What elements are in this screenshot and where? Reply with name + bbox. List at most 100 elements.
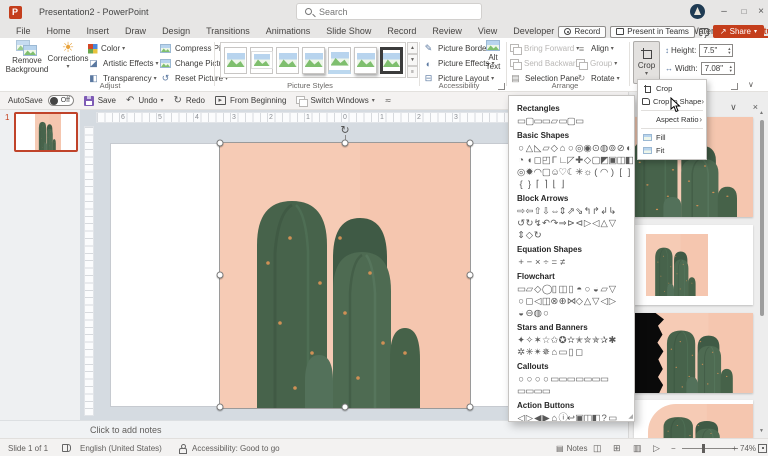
size-dialog-launcher[interactable] <box>731 83 738 90</box>
shape-cell[interactable]: ▭ <box>534 116 542 128</box>
shape-cell[interactable]: ▭ <box>600 374 608 386</box>
tab-slide-show[interactable]: Slide Show <box>318 26 379 38</box>
selected-picture[interactable] <box>220 143 470 408</box>
shape-cell[interactable]: ✳ <box>525 347 533 359</box>
zoom-out-button[interactable]: − <box>671 439 676 456</box>
shape-cell[interactable]: ⊗ <box>550 296 558 308</box>
gallery-more-icon[interactable]: ≡ <box>407 66 418 78</box>
artistic-effects-button[interactable]: ◪Artistic Effects▾ <box>88 56 159 71</box>
height-input[interactable]: 7.5"▲▼ <box>699 44 733 57</box>
shape-cell[interactable]: ▢ <box>567 116 575 128</box>
shape-cell[interactable]: ✮ <box>583 335 591 347</box>
shape-cell[interactable]: ▭ <box>534 386 542 398</box>
picture-style-5[interactable] <box>328 47 351 74</box>
tab-file[interactable]: File <box>8 26 39 38</box>
shape-cell[interactable]: ▭ <box>575 374 583 386</box>
shape-cell[interactable]: ( <box>592 167 600 179</box>
shape-cell[interactable]: ▭ <box>567 374 575 386</box>
corrections-button[interactable]: ☀ Corrections ▾ <box>52 40 84 72</box>
tab-animations[interactable]: Animations <box>258 26 319 38</box>
selection-handle[interactable] <box>467 404 474 411</box>
shape-cell[interactable]: ▷ <box>608 296 616 308</box>
bring-forward-button[interactable]: Bring Forward▾ <box>510 41 579 56</box>
shape-cell[interactable]: ◁ <box>600 296 608 308</box>
shape-cell[interactable]: ✰ <box>600 335 608 347</box>
panel-chevron-down-icon[interactable]: ∨ <box>730 102 737 113</box>
shape-cell[interactable]: ▢ <box>525 116 533 128</box>
selection-handle[interactable] <box>217 140 224 147</box>
shape-cell[interactable]: ↩ <box>567 413 575 422</box>
shape-cell[interactable]: ◀ <box>534 413 542 422</box>
tab-draw[interactable]: Draw <box>117 26 154 38</box>
shape-cell[interactable]: ✵ <box>542 347 550 359</box>
picture-style-3[interactable] <box>276 47 299 74</box>
shape-cell[interactable]: ◒ <box>517 308 525 320</box>
shape-cell[interactable]: ☾ <box>567 167 575 179</box>
shape-cell[interactable]: ▽ <box>608 218 616 230</box>
scrollbar-thumb[interactable] <box>760 120 764 316</box>
share-button[interactable]: ↗Share▾ <box>713 25 764 38</box>
shape-cell[interactable]: ◍ <box>534 308 542 320</box>
shape-cell[interactable]: ▭ <box>550 374 558 386</box>
shape-cell[interactable]: ] <box>625 167 633 179</box>
shape-cell[interactable]: ▭ <box>583 374 591 386</box>
autosave-switch-icon[interactable]: Off <box>48 95 74 106</box>
shape-cell[interactable]: ◫ <box>583 413 591 422</box>
shape-cell[interactable]: ✳ <box>575 167 583 179</box>
notes-pane[interactable]: Click to add notes <box>0 420 628 438</box>
shape-cell[interactable]: ▭ <box>608 413 616 422</box>
shape-cell[interactable]: ▯ <box>567 347 575 359</box>
shape-cell[interactable]: ◧ <box>592 413 600 422</box>
shape-cell[interactable]: ▭ <box>542 116 550 128</box>
shape-cell[interactable]: ◁ <box>592 218 600 230</box>
shape-cell[interactable]: ≠ <box>558 257 566 269</box>
spellcheck-book-icon[interactable] <box>62 439 71 456</box>
picture-style-7[interactable] <box>380 47 403 74</box>
spinner-icon[interactable]: ▲▼ <box>727 45 731 56</box>
shape-cell[interactable]: ▷ <box>583 218 591 230</box>
from-beginning-button[interactable]: From Beginning <box>215 96 286 105</box>
zoom-slider-thumb[interactable] <box>702 444 705 453</box>
gallery-up-icon[interactable]: ▲ <box>407 42 418 54</box>
shape-cell[interactable]: ⇕ <box>517 230 525 242</box>
comments-icon[interactable] <box>699 28 709 36</box>
shape-cell[interactable]: + <box>517 257 525 269</box>
shape-cell[interactable]: ▭ <box>525 386 533 398</box>
spinner-icon[interactable]: ▲▼ <box>729 63 733 74</box>
color-button[interactable]: Color▾ <box>88 41 125 56</box>
shape-cell[interactable]: ◇ <box>525 230 533 242</box>
shape-cell[interactable]: ⌊ <box>550 179 558 191</box>
shape-cell[interactable]: = <box>550 257 558 269</box>
selection-handle[interactable] <box>467 140 474 147</box>
shape-cell[interactable]: ⌂ <box>550 347 558 359</box>
menu-item-fit[interactable]: Fit <box>638 144 706 157</box>
redo-button[interactable]: ↻Redo <box>173 95 205 106</box>
shape-cell[interactable]: ▭ <box>542 386 550 398</box>
reset-picture-button[interactable]: ↺Reset Picture▾ <box>160 71 228 86</box>
record-button[interactable]: Record <box>558 26 606 38</box>
crop-button[interactable]: Crop ▾ <box>633 41 660 84</box>
shape-cell[interactable]: ⌂ <box>550 413 558 422</box>
present-in-teams-button[interactable]: Present in Teams <box>610 26 695 38</box>
shape-cell[interactable]: ) <box>608 167 616 179</box>
picture-style-2[interactable] <box>250 47 273 74</box>
alt-text-button[interactable]: AltText <box>481 40 505 71</box>
close-button[interactable]: × <box>751 0 768 24</box>
tab-developer[interactable]: Developer <box>505 26 562 38</box>
save-button[interactable]: Save <box>84 96 116 106</box>
shape-cell[interactable]: ⊲ <box>575 218 583 230</box>
vertical-ruler[interactable] <box>84 126 94 416</box>
shape-cell[interactable]: ✯ <box>592 335 600 347</box>
accessibility-dialog-launcher[interactable] <box>498 83 505 90</box>
account-avatar[interactable] <box>690 4 705 19</box>
shape-cell[interactable]: ⌉ <box>542 179 550 191</box>
panel-scrollbar[interactable]: ▲ ▼ <box>758 110 765 434</box>
switch-windows-button[interactable]: Switch Windows▾ <box>296 96 374 105</box>
shape-cell[interactable]: ⌋ <box>558 179 566 191</box>
tab-home[interactable]: Home <box>39 26 79 38</box>
tab-insert[interactable]: Insert <box>79 26 118 38</box>
language-status[interactable]: English (United States) <box>80 439 162 456</box>
collapse-ribbon-icon[interactable]: ∨ <box>748 80 754 89</box>
selection-handle[interactable] <box>217 272 224 279</box>
qat-overflow-button[interactable]: ≂ <box>385 96 392 105</box>
